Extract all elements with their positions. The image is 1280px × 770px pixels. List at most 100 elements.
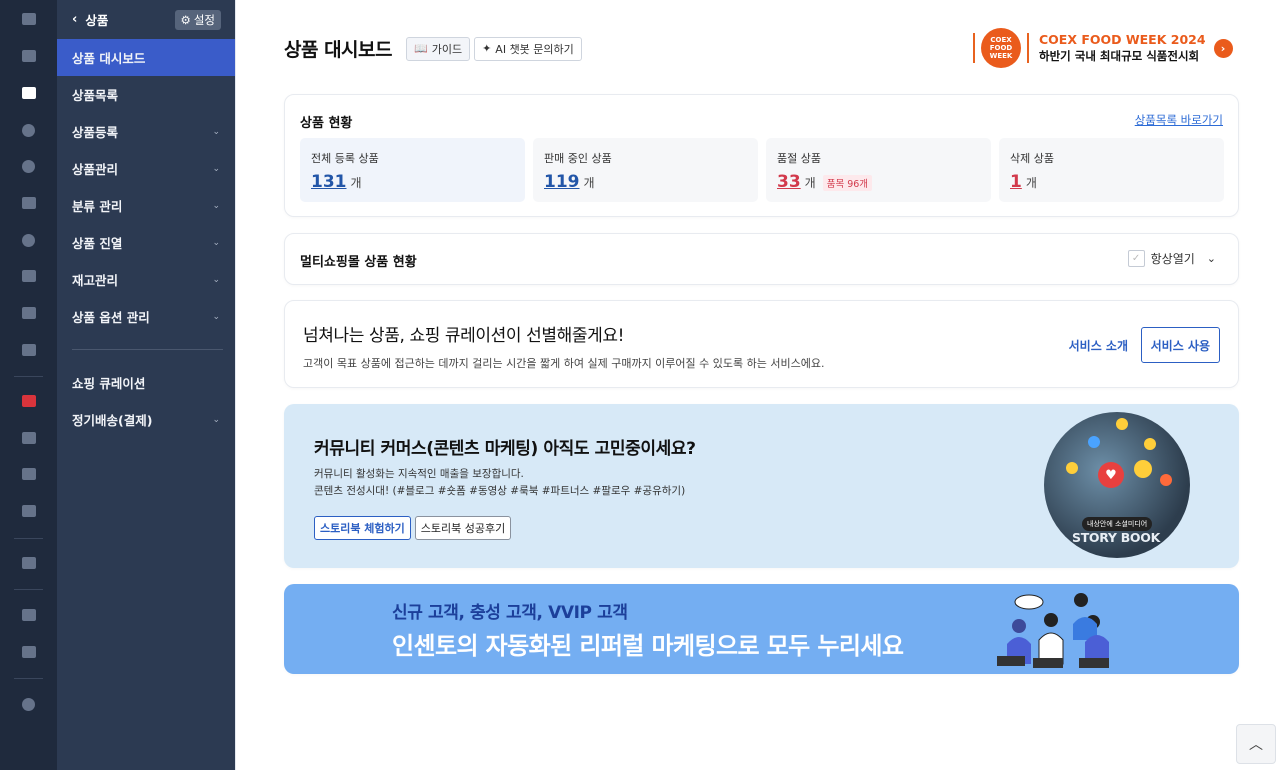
book-icon: 📖 [414, 42, 428, 55]
emoji-icon [1160, 474, 1172, 486]
stat-label: 삭제 상품 [1010, 152, 1054, 165]
storybook-title: 커뮤니티 커머스(콘텐츠 마케팅) 아직도 고민중이세요? [314, 439, 696, 459]
rail-divider [14, 376, 43, 377]
apps-icon[interactable] [0, 605, 57, 625]
cart-icon[interactable] [0, 46, 57, 66]
stat-value: 131 개 [311, 172, 514, 192]
storybook-try-button[interactable]: 스토리북 체험하기 [314, 516, 411, 540]
chart-icon[interactable] [0, 303, 57, 323]
youtube-icon[interactable] [0, 391, 57, 411]
soldout-badge: 품목 96개 [822, 175, 873, 191]
sidebar-item-options[interactable]: 상품 옵션 관리 ⌄ [57, 298, 235, 335]
sidebar-item-label: 상품등록 [72, 125, 119, 140]
guide-button[interactable]: 📖 가이드 [406, 36, 471, 61]
palette-icon[interactable] [0, 230, 57, 250]
sparkle-icon: ✦ [482, 42, 492, 55]
chevron-right-icon[interactable]: › [1213, 38, 1233, 58]
sidebar-item-category[interactable]: 분류 관리 ⌄ [57, 187, 235, 224]
sidebar-item-product-manage[interactable]: 상품관리 ⌄ [57, 150, 235, 187]
product-list-link[interactable]: 상품목록 바로가기 [1135, 112, 1223, 128]
ai-label: AI 챗봇 문의하기 [495, 42, 574, 56]
page-title: 상품 대시보드 [284, 39, 393, 61]
guide-label: 가이드 [431, 42, 463, 56]
sidebar-item-display[interactable]: 상품 진열 ⌄ [57, 224, 235, 261]
home-icon[interactable] [0, 9, 57, 29]
referral-line1: 신규 고객, 충성 고객, VVIP 고객 [392, 603, 628, 623]
folder-icon[interactable] [0, 642, 57, 662]
sidebar: ‹ 상품 ⚙ 설정 상품 대시보드 상품목록 상품등록 ⌄ 상품관리 ⌄ 분류 관리… [57, 0, 235, 770]
emoji-icon [1144, 438, 1156, 450]
referral-line2: 인센토의 자동화된 리퍼럴 마케팅으로 모두 누리세요 [392, 632, 904, 660]
service-use-button[interactable]: 서비스 사용 [1140, 327, 1220, 363]
stat-total[interactable]: 전체 등록 상품 131 개 [300, 138, 525, 202]
coex-text: COEX FOOD WEEK 2024 하반기 국내 최대규모 식품전시회 [1039, 32, 1206, 64]
sidebar-item-dashboard[interactable]: 상품 대시보드 [57, 39, 235, 76]
sidebar-item-label: 상품 옵션 관리 [72, 310, 150, 325]
sidebar-item-inventory[interactable]: 재고관리 ⌄ [57, 261, 235, 298]
back-label: 상품 [85, 13, 109, 28]
chevron-down-icon: ⌄ [212, 237, 220, 248]
curation-card: 넘쳐나는 상품, 쇼핑 큐레이션이 선별해줄게요! 고객이 목표 상품에 접근하… [284, 300, 1239, 388]
service-intro-link[interactable]: 서비스 소개 [1069, 337, 1128, 354]
truck-icon[interactable] [0, 553, 57, 573]
coex-title: COEX FOOD WEEK 2024 [1039, 32, 1206, 47]
always-open-toggle[interactable]: ✓ 항상열기 ⌄ [1127, 250, 1216, 267]
storybook-image: ♥ 내상안에 소셜미디어 STORY BOOK [1044, 412, 1190, 558]
store-icon[interactable] [0, 501, 57, 521]
chat-icon[interactable] [0, 156, 57, 176]
chevron-left-icon: ‹ [72, 12, 78, 27]
sidebar-item-label: 정기배송(결제) [72, 413, 153, 428]
gear-icon[interactable] [0, 694, 57, 714]
sidebar-item-subscription[interactable]: 정기배송(결제) ⌄ [57, 401, 235, 438]
sidebar-item-product-list[interactable]: 상품목록 [57, 76, 235, 113]
stat-number[interactable]: 131 [311, 172, 347, 192]
megaphone-icon[interactable] [0, 464, 57, 484]
storybook-desc-line1: 커뮤니티 활성화는 지속적인 매출을 보장합니다. [314, 468, 524, 480]
referral-banner[interactable]: 신규 고객, 충성 고객, VVIP 고객 인센토의 자동화된 리퍼럴 마케팅으… [284, 584, 1239, 674]
stat-soldout[interactable]: 품절 상품 33 개 품목 96개 [766, 138, 991, 202]
mail-icon[interactable] [0, 266, 57, 286]
coex-banner[interactable]: COEX FOOD WEEK COEX FOOD WEEK 2024 하반기 국… [973, 28, 1233, 68]
storybook-img-label: 내상안에 소셜미디어 [1082, 517, 1153, 531]
ai-chatbot-button[interactable]: ✦ AI 챗봇 문의하기 [474, 36, 582, 61]
stat-label: 판매 중인 상품 [544, 152, 612, 165]
stat-number[interactable]: 33 [777, 172, 801, 192]
user-icon[interactable] [0, 120, 57, 140]
chevron-down-icon[interactable]: ⌄ [1207, 252, 1216, 265]
stat-value: 33 개 품목 96개 [777, 172, 980, 192]
rail-divider [14, 538, 43, 539]
coex-logo: COEX FOOD WEEK [981, 28, 1021, 68]
settings-label: 설정 [193, 12, 215, 27]
stat-number[interactable]: 1 [1010, 172, 1022, 192]
bag-icon[interactable] [0, 428, 57, 448]
always-open-label: 항상열기 [1150, 252, 1195, 266]
chevron-down-icon: ⌄ [212, 126, 220, 137]
sidebar-divider [72, 349, 223, 350]
gear-icon: ⚙ [180, 12, 191, 27]
sidebar-item-product-register[interactable]: 상품등록 ⌄ [57, 113, 235, 150]
chevron-up-icon: ︿ [1249, 737, 1263, 753]
sidebar-item-label: 재고관리 [72, 273, 119, 288]
scroll-top-button[interactable]: ︿ [1236, 724, 1276, 764]
back-link[interactable]: ‹ 상품 [72, 10, 108, 29]
chevron-down-icon: ⌄ [212, 414, 220, 425]
heart-icon: ♥ [1098, 462, 1124, 488]
sidebar-item-curation[interactable]: 쇼핑 큐레이션 [57, 364, 235, 401]
stat-number[interactable]: 119 [544, 172, 580, 192]
sidebar-item-label: 쇼핑 큐레이션 [72, 376, 146, 391]
rail-divider [14, 589, 43, 590]
sidebar-header: ‹ 상품 ⚙ 설정 [57, 0, 235, 39]
settings-button[interactable]: ⚙ 설정 [174, 9, 221, 30]
excel-icon[interactable] [0, 340, 57, 360]
stat-selling[interactable]: 판매 중인 상품 119 개 [533, 138, 758, 202]
chevron-down-icon: ⌄ [212, 200, 220, 211]
status-title: 상품 현황 [300, 116, 353, 131]
storybook-review-button[interactable]: 스토리북 성공후기 [414, 516, 512, 540]
storybook-desc: 커뮤니티 활성화는 지속적인 매출을 보장합니다. 콘텐츠 전성시대! (#블로… [314, 466, 685, 500]
stat-label: 품절 상품 [777, 152, 821, 165]
board-icon[interactable] [0, 193, 57, 213]
stat-deleted[interactable]: 삭제 상품 1 개 [999, 138, 1224, 202]
shirt-icon[interactable] [0, 83, 57, 103]
always-open-checkbox[interactable]: ✓ [1127, 250, 1145, 267]
stat-unit: 개 [804, 176, 816, 190]
